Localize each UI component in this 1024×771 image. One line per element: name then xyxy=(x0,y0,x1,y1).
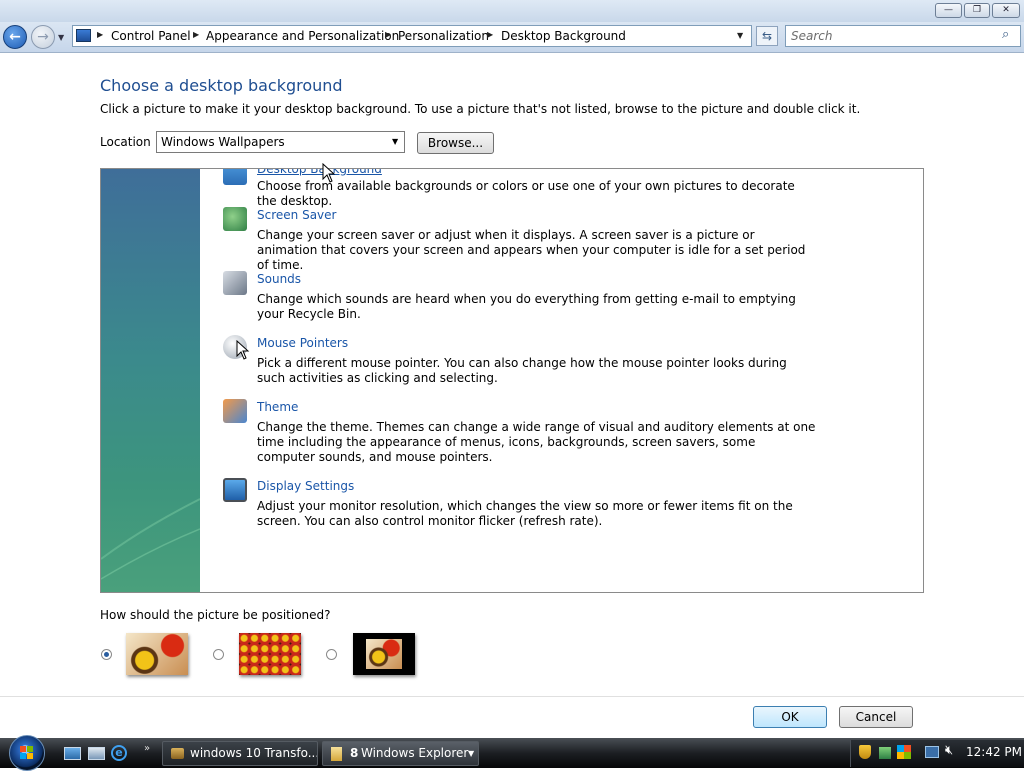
position-fit-thumbnail[interactable] xyxy=(126,633,188,675)
taskbar: e » windows 10 Transfo... 8 Windows Expl… xyxy=(0,735,1024,771)
breadcrumb-appearance[interactable]: Appearance and Personalization xyxy=(206,29,399,43)
dropdown-arrow-icon: ▼ xyxy=(392,137,399,146)
side-panel-swirl xyxy=(101,498,200,580)
footer-divider xyxy=(0,696,1024,697)
volume-muted-icon[interactable]: 🔇︎ xyxy=(945,743,953,758)
position-question: How should the picture be positioned? xyxy=(100,608,331,622)
show-desktop-icon[interactable] xyxy=(64,747,81,760)
address-bar[interactable]: ▶ Control Panel ▶ Appearance and Persona… xyxy=(72,25,752,47)
screen-saver-icon xyxy=(223,207,247,231)
control-panel-icon xyxy=(76,29,91,42)
display-settings-link[interactable]: Display Settings xyxy=(257,479,354,493)
sounds-icon xyxy=(223,271,247,295)
notification-area: 🔇︎ 12:42 PM xyxy=(850,740,1024,767)
tray-app-icon[interactable] xyxy=(879,747,891,759)
minimize-button[interactable]: — xyxy=(935,3,962,18)
mouse-pointers-link[interactable]: Mouse Pointers xyxy=(257,336,348,350)
sounds-link[interactable]: Sounds xyxy=(257,272,301,286)
forward-arrow-icon: → xyxy=(37,29,49,45)
page-title: Choose a desktop background xyxy=(100,76,343,95)
location-dropdown[interactable]: Windows Wallpapers ▼ xyxy=(156,131,405,153)
breadcrumb-separator-icon: ▶ xyxy=(385,30,392,39)
ok-button[interactable]: OK xyxy=(753,706,827,728)
cancel-button[interactable]: Cancel xyxy=(839,706,913,728)
picture-list[interactable]: Desktop Background Choose from available… xyxy=(100,168,924,593)
position-tile-radio[interactable] xyxy=(213,649,224,660)
desktop-background-icon xyxy=(223,169,247,185)
app-icon xyxy=(171,748,184,759)
address-dropdown-icon[interactable]: ▼ xyxy=(737,31,743,40)
internet-explorer-icon[interactable]: e xyxy=(111,745,127,761)
search-box[interactable]: Search ⌕ xyxy=(785,25,1021,47)
title-bar: — ❐ ✕ xyxy=(0,0,1024,22)
breadcrumb-personalization[interactable]: Personalization xyxy=(398,29,489,43)
instruction-text: Click a picture to make it your desktop … xyxy=(100,102,861,116)
breadcrumb-separator-icon: ▶ xyxy=(97,30,104,39)
task-count: 8 xyxy=(350,746,359,760)
theme-desc: Change the theme. Themes can change a wi… xyxy=(257,420,816,464)
refresh-button[interactable]: ⇆ xyxy=(756,26,778,46)
back-button[interactable]: ← xyxy=(3,25,27,49)
breadcrumb-separator-icon: ▶ xyxy=(193,30,200,39)
clock[interactable]: 12:42 PM xyxy=(966,745,1022,759)
browse-button[interactable]: Browse... xyxy=(417,132,494,154)
network-icon[interactable] xyxy=(925,746,939,758)
position-center-thumbnail[interactable] xyxy=(353,633,415,675)
desktop-background-link[interactable]: Desktop Background xyxy=(257,169,382,176)
sounds-desc: Change which sounds are heard when you d… xyxy=(257,292,796,321)
side-panel xyxy=(101,169,200,592)
position-fit-radio[interactable] xyxy=(101,649,112,660)
theme-link[interactable]: Theme xyxy=(257,400,298,414)
breadcrumb-separator-icon: ▶ xyxy=(487,30,494,39)
maximize-button[interactable]: ❐ xyxy=(964,3,990,18)
screen-saver-link[interactable]: Screen Saver xyxy=(257,208,336,222)
forward-button[interactable]: → xyxy=(31,25,55,49)
position-center-radio[interactable] xyxy=(326,649,337,660)
windows-logo-icon xyxy=(20,746,33,759)
start-button[interactable] xyxy=(9,735,45,771)
desktop-background-desc: Choose from available backgrounds or col… xyxy=(257,179,795,208)
back-arrow-icon: ← xyxy=(9,29,21,45)
search-icon[interactable]: ⌕ xyxy=(1002,27,1009,42)
screen-saver-desc: Change your screen saver or adjust when … xyxy=(257,228,806,272)
windows-update-icon[interactable] xyxy=(897,745,911,759)
mouse-cursor-icon xyxy=(322,163,336,183)
task-label: windows 10 Transfo... xyxy=(190,746,318,760)
security-shield-icon[interactable] xyxy=(859,745,871,759)
center-image xyxy=(366,639,402,669)
breadcrumb-desktop-background[interactable]: Desktop Background xyxy=(501,29,626,43)
quick-launch-more-icon[interactable]: » xyxy=(144,743,150,754)
close-button[interactable]: ✕ xyxy=(992,3,1020,18)
location-label: Location xyxy=(100,135,151,149)
search-input[interactable]: Search xyxy=(791,29,833,43)
switch-windows-icon[interactable] xyxy=(88,747,105,760)
refresh-icon: ⇆ xyxy=(761,29,773,43)
position-tile-thumbnail[interactable] xyxy=(239,633,301,675)
navigation-bar: ← → ▼ ▶ Control Panel ▶ Appearance and P… xyxy=(0,22,1024,53)
mouse-pointers-desc: Pick a different mouse pointer. You can … xyxy=(257,356,787,385)
theme-icon xyxy=(223,399,247,423)
folder-icon xyxy=(331,747,342,761)
task-label: Windows Explorer xyxy=(361,746,469,760)
taskbar-item-browser[interactable]: windows 10 Transfo... xyxy=(162,741,318,766)
taskbar-item-explorer[interactable]: 8 Windows Explorer ▼ xyxy=(322,741,479,766)
display-settings-desc: Adjust your monitor resolution, which ch… xyxy=(257,499,793,528)
recent-pages-chevron-icon[interactable]: ▼ xyxy=(58,33,64,42)
breadcrumb-control-panel[interactable]: Control Panel xyxy=(111,29,191,43)
location-value: Windows Wallpapers xyxy=(161,135,285,149)
task-group-arrow-icon[interactable]: ▼ xyxy=(468,742,474,765)
display-settings-icon xyxy=(223,478,247,502)
mouse-cursor-icon xyxy=(236,340,250,360)
